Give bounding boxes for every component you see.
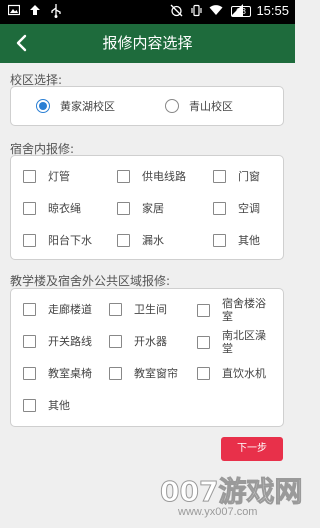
radio-unselected[interactable] — [165, 99, 179, 113]
dorm-panel: 灯管 供电线路 门窗 晾衣绳 家居 空调 阳台下水 漏水 其他 — [10, 155, 284, 260]
checkbox[interactable] — [23, 303, 36, 316]
checkbox[interactable] — [23, 399, 36, 412]
checkbox[interactable] — [23, 367, 36, 380]
watermark-title: 007游戏网 — [159, 475, 303, 509]
campus-option-label: 青山校区 — [189, 100, 233, 113]
public-item[interactable]: 教室桌椅 — [23, 367, 92, 380]
checkbox[interactable] — [117, 170, 130, 183]
checkbox[interactable] — [117, 234, 130, 247]
public-item[interactable]: 开关路线 — [23, 335, 92, 348]
checkbox[interactable] — [213, 170, 226, 183]
public-item[interactable]: 宿舍楼浴室 — [197, 297, 274, 323]
chevron-left-icon[interactable] — [12, 33, 32, 53]
battery-indicator: 68 — [231, 6, 251, 17]
alarm-off-icon — [170, 4, 183, 21]
checkbox[interactable] — [117, 202, 130, 215]
checkbox[interactable] — [23, 170, 36, 183]
dorm-item[interactable]: 门窗 — [213, 170, 260, 183]
watermark: 007游戏网 www.yx007.com — [159, 470, 302, 524]
dorm-item[interactable]: 灯管 — [23, 170, 70, 183]
campus-option-label: 黄家湖校区 — [60, 100, 115, 113]
page-title: 报修内容选择 — [102, 34, 193, 52]
checkbox[interactable] — [213, 234, 226, 247]
checkbox[interactable] — [197, 303, 210, 317]
checkbox[interactable] — [109, 335, 122, 348]
dorm-item[interactable]: 供电线路 — [117, 170, 186, 183]
usb-icon — [50, 4, 62, 22]
dorm-item[interactable]: 漏水 — [117, 234, 164, 247]
upload-icon — [29, 4, 41, 20]
status-bar: 68 15:55 — [0, 0, 295, 24]
status-time: 15:55 — [256, 3, 289, 18]
dorm-item[interactable]: 家居 — [117, 202, 164, 215]
next-step-button[interactable]: 下一步 — [221, 437, 283, 461]
checkbox[interactable] — [213, 202, 226, 215]
checkbox[interactable] — [109, 367, 122, 380]
dorm-item[interactable]: 空调 — [213, 202, 260, 215]
vibrate-icon — [190, 4, 203, 21]
checkbox[interactable] — [197, 367, 210, 380]
dorm-item[interactable]: 阳台下水 — [23, 234, 92, 247]
checkbox[interactable] — [23, 234, 36, 247]
public-section-label: 教学楼及宿舍外公共区域报修: — [10, 274, 171, 288]
public-item[interactable]: 直饮水机 — [197, 367, 266, 380]
checkbox[interactable] — [23, 202, 36, 215]
public-item[interactable]: 其他 — [23, 399, 70, 412]
campus-option-huangjiahu[interactable]: 黄家湖校区 — [36, 87, 115, 125]
radio-selected[interactable] — [36, 99, 50, 113]
dorm-item[interactable]: 其他 — [213, 234, 260, 247]
campus-option-qingshan[interactable]: 青山校区 — [165, 87, 233, 125]
public-item[interactable]: 卫生间 — [109, 303, 167, 316]
app-bar: 报修内容选择 — [0, 24, 295, 63]
gallery-icon — [7, 4, 21, 20]
public-item[interactable]: 教室窗帘 — [109, 367, 178, 380]
checkbox[interactable] — [197, 335, 210, 349]
public-item[interactable]: 走廊楼道 — [23, 303, 92, 316]
public-item[interactable]: 开水器 — [109, 335, 167, 348]
public-item[interactable]: 南北区澡堂 — [197, 329, 274, 355]
wifi-icon — [209, 4, 223, 20]
checkbox[interactable] — [23, 335, 36, 348]
dorm-item[interactable]: 晾衣绳 — [23, 202, 81, 215]
watermark-url: www.yx007.com — [178, 506, 258, 518]
checkbox[interactable] — [109, 303, 122, 316]
campus-panel: 黄家湖校区 青山校区 — [10, 86, 284, 126]
public-panel: 走廊楼道 卫生间 宿舍楼浴室 开关路线 开水器 南北区澡堂 教室桌椅 教室窗帘 … — [10, 288, 284, 427]
